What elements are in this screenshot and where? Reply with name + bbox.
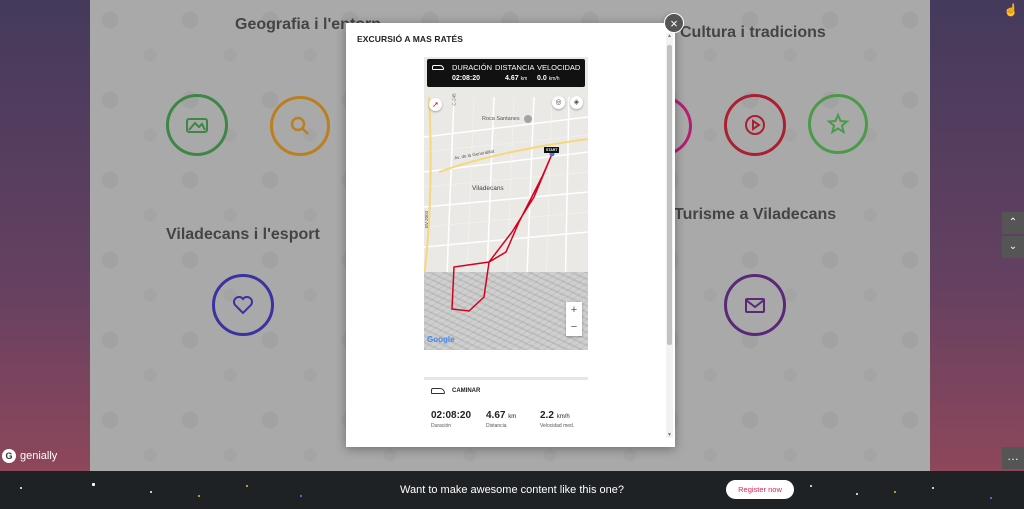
stat-distance: 4.67 km Distancia	[486, 410, 516, 429]
register-button[interactable]: Register now	[726, 480, 794, 499]
header-speed-value: 0.0	[537, 75, 547, 82]
close-modal-button[interactable]: ×	[664, 13, 684, 33]
prev-page-button[interactable]: ⌃	[1002, 212, 1024, 234]
scroll-up-arrow-icon[interactable]: ▲	[666, 33, 673, 39]
stat-distance-label: Distancia	[486, 423, 507, 429]
genially-logo[interactable]: G genially	[2, 449, 57, 463]
more-options-button[interactable]: …	[1002, 447, 1024, 469]
map-label-roca: Roca Santanes	[482, 116, 520, 122]
header-distance-unit: km	[520, 76, 528, 82]
modal-scrollbar[interactable]: ▲ ▼	[666, 33, 673, 438]
footer-cta-text: Want to make awesome content like this o…	[400, 484, 624, 496]
map-stats-header: DURACIÓN 02:08:20 DISTANCIA 4.67 km VELO…	[427, 59, 585, 87]
stat-distance-value: 4.67	[486, 410, 506, 421]
start-marker: START	[544, 147, 560, 153]
google-logo: Google	[427, 335, 455, 344]
locate-icon[interactable]: ◎	[552, 96, 565, 109]
stat-speed-label: Velocidad med.	[540, 423, 575, 429]
next-page-button[interactable]: ⌄	[1002, 236, 1024, 258]
scroll-down-arrow-icon[interactable]: ▼	[666, 432, 673, 438]
genially-wordmark: genially	[20, 450, 58, 462]
shoe-icon	[432, 65, 444, 70]
zoom-out-button[interactable]: −	[566, 319, 582, 336]
modal-title: EXCURSIÓ A MAS RATÉS	[357, 34, 464, 44]
stat-duration-label: Duración	[431, 423, 452, 429]
genially-logo-icon: G	[2, 449, 16, 463]
excursion-modal: EXCURSIÓ A MAS RATÉS START Roca Santanes…	[346, 23, 675, 447]
google-attribution: Google	[427, 335, 455, 344]
header-duration-label: DURACIÓN	[452, 63, 493, 72]
route-map[interactable]: START Roca Santanes Viladecans Av. de la…	[424, 57, 588, 350]
scroll-thumb[interactable]	[667, 45, 672, 345]
stat-speed-unit: km/h	[556, 414, 570, 420]
stat-speed: 2.2 km/h Velocidad med.	[540, 410, 574, 429]
header-duration-value: 02:08:20	[452, 75, 481, 82]
hand-icon[interactable]: ☝	[1000, 3, 1022, 23]
header-speed-label: VELOCIDAD	[537, 63, 581, 72]
map-label-bv: BV-2003	[424, 210, 430, 229]
stat-duration-value: 02:08:20	[431, 410, 472, 421]
activity-type: CAMINAR	[452, 388, 481, 394]
shoe-icon	[431, 388, 445, 394]
stat-distance-unit: km	[508, 414, 517, 420]
zoom-in-button[interactable]: +	[566, 302, 582, 319]
stat-speed-value: 2.2	[540, 410, 554, 421]
map-label-viladecans: Viladecans	[472, 185, 504, 192]
promo-footer: Want to make awesome content like this o…	[0, 471, 1024, 509]
divider	[424, 377, 588, 380]
map-label-c245: C-245	[451, 93, 457, 106]
header-speed-unit: km/h	[548, 76, 560, 82]
header-distance-value: 4.67	[505, 75, 519, 82]
compass-icon[interactable]: ➚	[429, 98, 442, 111]
header-distance-label: DISTANCIA	[495, 63, 535, 72]
stat-duration: 02:08:20 Duración	[431, 410, 471, 429]
layers-icon[interactable]: ◈	[570, 96, 583, 109]
zoom-control: + −	[566, 302, 582, 336]
